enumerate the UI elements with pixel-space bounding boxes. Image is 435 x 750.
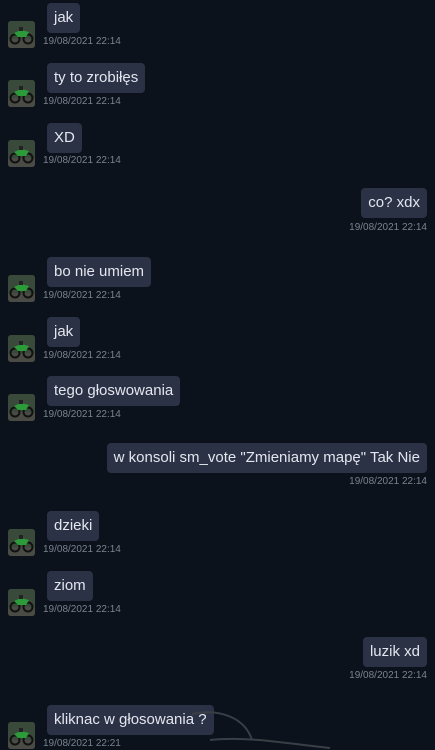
message-timestamp: 19/08/2021 22:14 [43, 544, 121, 555]
message-timestamp: 19/08/2021 22:14 [43, 350, 121, 361]
motorcycle-avatar-icon[interactable] [8, 722, 35, 749]
message-bubble[interactable]: dzieki [47, 511, 100, 541]
motorcycle-avatar-icon[interactable] [8, 394, 35, 421]
message-bubble[interactable]: ty to zrobiłęs [47, 63, 146, 93]
message-bubble[interactable]: ziom [47, 571, 93, 601]
motorcycle-avatar-icon[interactable] [8, 529, 35, 556]
message-bubble[interactable]: kliknac w głosowania ? [47, 705, 214, 735]
message-timestamp: 19/08/2021 22:14 [43, 96, 121, 107]
message-bubble[interactable]: tego głoswowania [47, 376, 181, 406]
message-timestamp: 19/08/2021 22:21 [43, 738, 121, 749]
message-timestamp: 19/08/2021 22:14 [43, 409, 121, 420]
message-timestamp: 19/08/2021 22:14 [43, 36, 121, 47]
message-bubble[interactable]: jak [47, 317, 81, 347]
message-timestamp: 19/08/2021 22:14 [349, 476, 427, 487]
motorcycle-avatar-icon[interactable] [8, 275, 35, 302]
motorcycle-avatar-icon[interactable] [8, 589, 35, 616]
scribble-annotation [191, 711, 331, 749]
motorcycle-avatar-icon[interactable] [8, 140, 35, 167]
message-bubble[interactable]: bo nie umiem [47, 257, 152, 287]
message-timestamp: 19/08/2021 22:14 [43, 290, 121, 301]
message-timestamp: 19/08/2021 22:14 [349, 222, 427, 233]
message-bubble[interactable]: w konsoli sm_vote "Zmieniamy mapę" Tak N… [106, 443, 427, 473]
message-bubble[interactable]: co? xdx [361, 188, 427, 218]
motorcycle-avatar-icon[interactable] [8, 80, 35, 107]
motorcycle-avatar-icon[interactable] [8, 335, 35, 362]
message-bubble[interactable]: XD [47, 123, 82, 153]
message-bubble[interactable]: jak [47, 3, 81, 33]
message-bubble[interactable]: luzik xd [362, 637, 427, 667]
message-timestamp: 19/08/2021 22:14 [43, 155, 121, 166]
message-timestamp: 19/08/2021 22:14 [43, 604, 121, 615]
message-timestamp: 19/08/2021 22:14 [349, 670, 427, 681]
motorcycle-avatar-icon[interactable] [8, 21, 35, 48]
